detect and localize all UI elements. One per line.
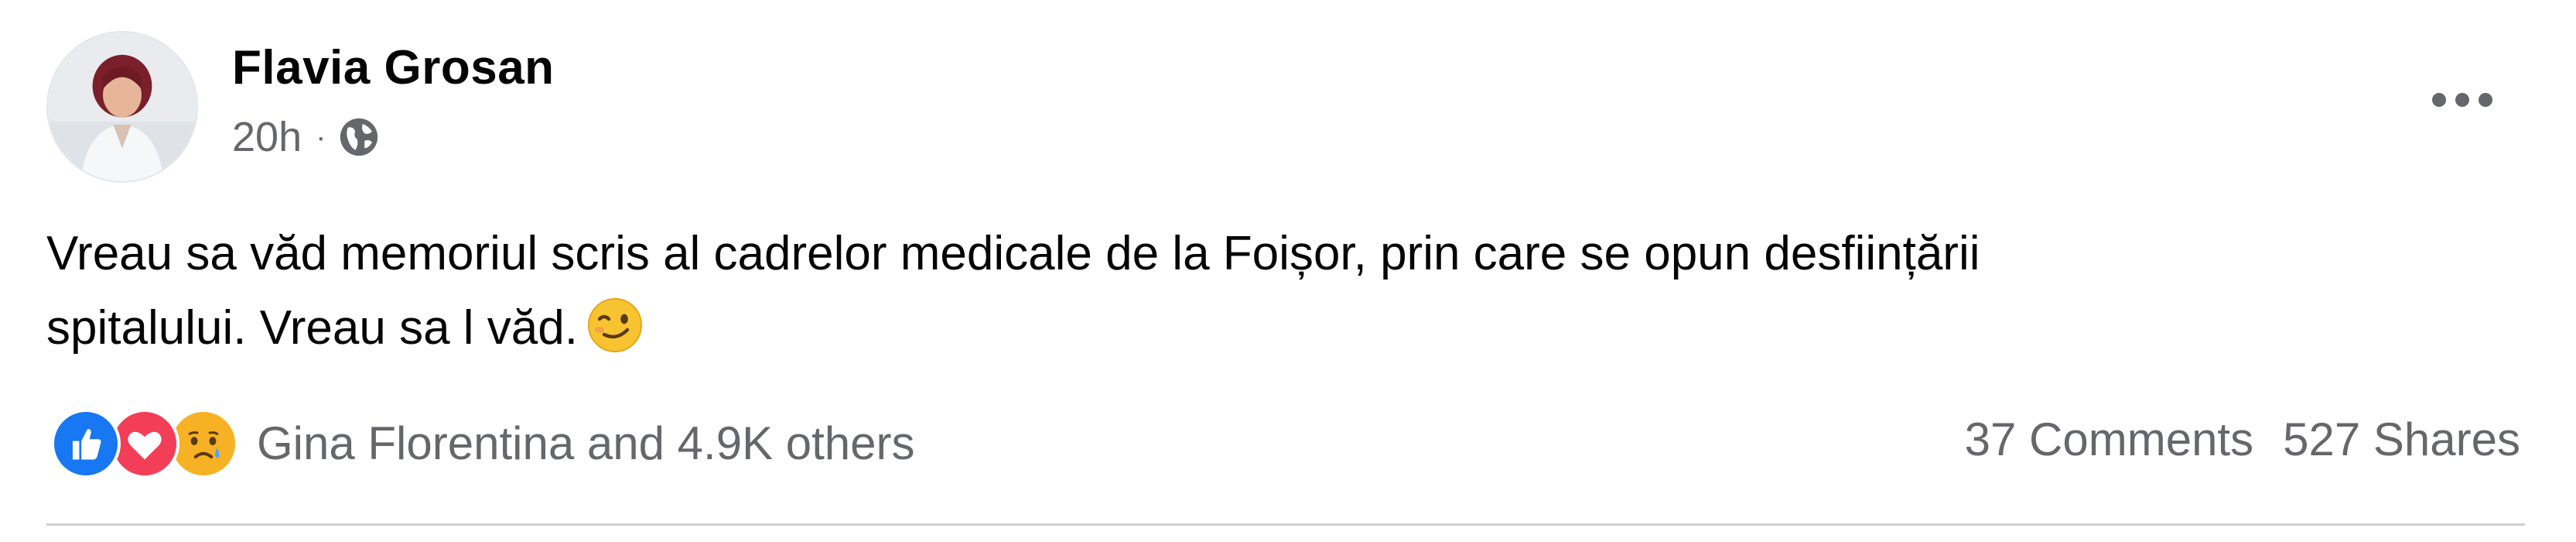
shares-count[interactable]: 527 Shares (2283, 409, 2520, 471)
author-name[interactable]: Flavia Grosan (232, 37, 555, 99)
post-text-line-1: Vreau sa văd memoriul scris al cadrelor … (46, 227, 1980, 280)
menu-dot (2479, 93, 2492, 107)
facebook-post: Flavia Grosan 20h · Vreau sa văd memoriu… (0, 0, 2576, 542)
post-meta: 20h · (232, 110, 381, 164)
menu-dot (2432, 93, 2446, 107)
post-text-line-2: spitalului. Vreau sa l văd. (46, 291, 2506, 365)
avatar[interactable] (46, 31, 198, 183)
meta-separator: · (316, 120, 326, 154)
reaction-icons[interactable] (51, 409, 238, 479)
more-options-icon[interactable] (2417, 77, 2508, 122)
engagement-counts: 37 Comments 527 Shares (1965, 409, 2520, 471)
comments-count[interactable]: 37 Comments (1965, 409, 2253, 471)
winking-face-emoji (587, 298, 642, 352)
post-timestamp[interactable]: 20h (232, 110, 302, 164)
post-text: Vreau sa văd memoriul scris al cadrelor … (46, 217, 2506, 365)
profile-photo (48, 33, 196, 181)
post-text-line-2-content: spitalului. Vreau sa l văd. (46, 301, 578, 355)
menu-dot (2455, 93, 2469, 107)
reactions-text[interactable]: Gina Florentina and 4.9K others (257, 413, 915, 475)
reactions-summary: Gina Florentina and 4.9K others (51, 409, 915, 479)
divider (46, 523, 2525, 526)
like-icon (51, 409, 121, 479)
globe-icon[interactable] (337, 115, 381, 160)
